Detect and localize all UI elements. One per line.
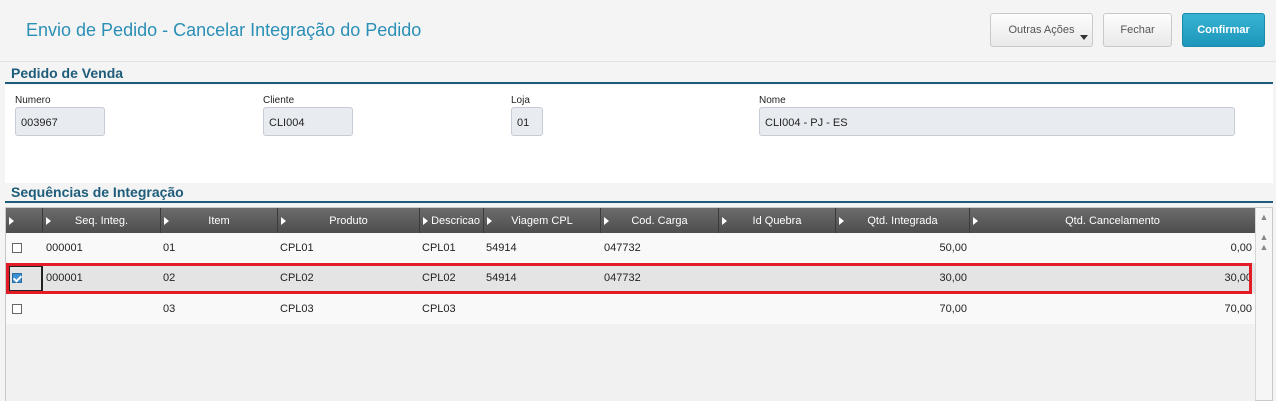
- cell-produto: CPL03: [280, 303, 314, 315]
- section-title-pedido: Pedido de Venda: [11, 65, 124, 81]
- column-header-qtd-integrada[interactable]: Qtd. Integrada: [836, 208, 970, 233]
- column-header-descricao[interactable]: Descricao: [420, 208, 484, 233]
- cell-item: 03: [163, 303, 176, 315]
- numero-field[interactable]: 003967: [15, 107, 105, 136]
- section-title-sequencias: Sequências de Integração: [11, 184, 184, 200]
- top-bar: Envio de Pedido - Cancelar Integração do…: [0, 0, 1276, 62]
- cell-qtd-cancelamento: 0,00: [1230, 242, 1252, 254]
- cliente-field[interactable]: CLI004: [263, 107, 353, 136]
- outras-acoes-label: Outras Ações: [1008, 24, 1075, 36]
- cell-produto: CPL02: [280, 272, 314, 284]
- numero-label: Numero: [15, 95, 51, 106]
- column-header-label: Qtd. Cancelamento: [1065, 214, 1160, 227]
- grid-body: 000001 01 CPL01 CPL01 54914 047732 50,00…: [6, 233, 1255, 401]
- sort-triangle-icon: [839, 217, 844, 225]
- cell-carga: 047732: [604, 242, 641, 254]
- fechar-button[interactable]: Fechar: [1103, 13, 1172, 47]
- cell-seq: 000001: [46, 272, 83, 284]
- sort-triangle-icon: [423, 217, 428, 225]
- loja-field[interactable]: 01: [511, 107, 543, 136]
- column-header-select[interactable]: [6, 208, 43, 233]
- cell-item: 01: [163, 242, 176, 254]
- section-divider: [5, 201, 1273, 203]
- sort-triangle-icon: [281, 217, 286, 225]
- section-divider: [5, 82, 1273, 84]
- column-header-label: Descricao: [431, 214, 480, 227]
- scroll-top-icon[interactable]: ▲: [1259, 232, 1269, 242]
- column-header-label: Viagem CPL: [511, 214, 573, 227]
- cliente-label: Cliente: [263, 95, 295, 106]
- cell-item: 02: [163, 272, 176, 284]
- column-header-qtd-cancelamento[interactable]: Qtd. Cancelamento: [970, 208, 1255, 233]
- column-header-seq[interactable]: Seq. Integ.: [43, 208, 161, 233]
- column-header-label: Seq. Integ.: [74, 214, 129, 227]
- scroll-top-icon[interactable]: ▲: [1259, 212, 1269, 222]
- cell-carga: 047732: [604, 272, 641, 284]
- cell-descricao: CPL03: [422, 303, 456, 315]
- sequencias-grid: Seq. Integ. Item Produto Descricao Viage…: [5, 207, 1273, 401]
- cell-qtd-cancelamento: 30,00: [1224, 272, 1252, 284]
- grid-scrollbar[interactable]: ▲ ▲ ▲: [1255, 208, 1272, 400]
- sort-triangle-icon: [46, 217, 51, 225]
- column-header-label: Qtd. Integrada: [867, 214, 938, 227]
- cell-viagem: 54914: [486, 242, 517, 254]
- table-row[interactable]: 03 CPL03 CPL03 70,00 70,00: [6, 294, 1255, 324]
- page-title: Envio de Pedido - Cancelar Integração do…: [26, 20, 422, 40]
- checkbox-checked-icon[interactable]: [12, 273, 22, 283]
- checkbox-unchecked-icon[interactable]: [12, 304, 22, 314]
- cell-qtd-integrada: 70,00: [939, 303, 967, 315]
- sort-triangle-icon: [973, 217, 978, 225]
- grid-header: Seq. Integ. Item Produto Descricao Viage…: [6, 208, 1255, 233]
- table-row[interactable]: 000001 01 CPL01 CPL01 54914 047732 50,00…: [6, 233, 1255, 263]
- cell-qtd-integrada: 50,00: [939, 242, 967, 254]
- cell-viagem: 54914: [486, 272, 517, 284]
- sort-triangle-icon: [604, 217, 609, 225]
- loja-label: Loja: [511, 95, 530, 106]
- scroll-up-icon[interactable]: ▲: [1259, 242, 1269, 252]
- column-header-carga[interactable]: Cod. Carga: [601, 208, 719, 233]
- nome-label: Nome: [759, 95, 786, 106]
- cell-qtd-cancelamento: 70,00: [1224, 303, 1252, 315]
- cell-produto: CPL01: [280, 242, 314, 254]
- sort-triangle-icon: [722, 217, 727, 225]
- cell-descricao: CPL02: [422, 272, 456, 284]
- column-header-label: Id Quebra: [752, 214, 802, 227]
- column-header-produto[interactable]: Produto: [278, 208, 420, 233]
- cell-qtd-integrada: 30,00: [939, 272, 967, 284]
- sort-triangle-icon: [487, 217, 492, 225]
- confirmar-button[interactable]: Confirmar: [1182, 13, 1265, 47]
- nome-field[interactable]: CLI004 - PJ - ES: [759, 107, 1235, 136]
- chevron-down-icon: [1080, 35, 1088, 40]
- column-header-label: Cod. Carga: [631, 214, 688, 227]
- column-header-item[interactable]: Item: [161, 208, 278, 233]
- sort-triangle-icon: [164, 217, 169, 225]
- cell-seq: 000001: [46, 242, 83, 254]
- table-row[interactable]: 000001 02 CPL02 CPL02 54914 047732 30,00…: [6, 263, 1255, 293]
- column-header-viagem[interactable]: Viagem CPL: [484, 208, 601, 233]
- column-header-label: Item: [208, 214, 230, 227]
- outras-acoes-button[interactable]: Outras Ações: [990, 13, 1093, 47]
- checkbox-unchecked-icon[interactable]: [12, 243, 22, 253]
- cell-descricao: CPL01: [422, 242, 456, 254]
- column-header-quebra[interactable]: Id Quebra: [719, 208, 836, 233]
- column-header-label: Produto: [329, 214, 368, 227]
- sort-triangle-icon: [9, 217, 14, 225]
